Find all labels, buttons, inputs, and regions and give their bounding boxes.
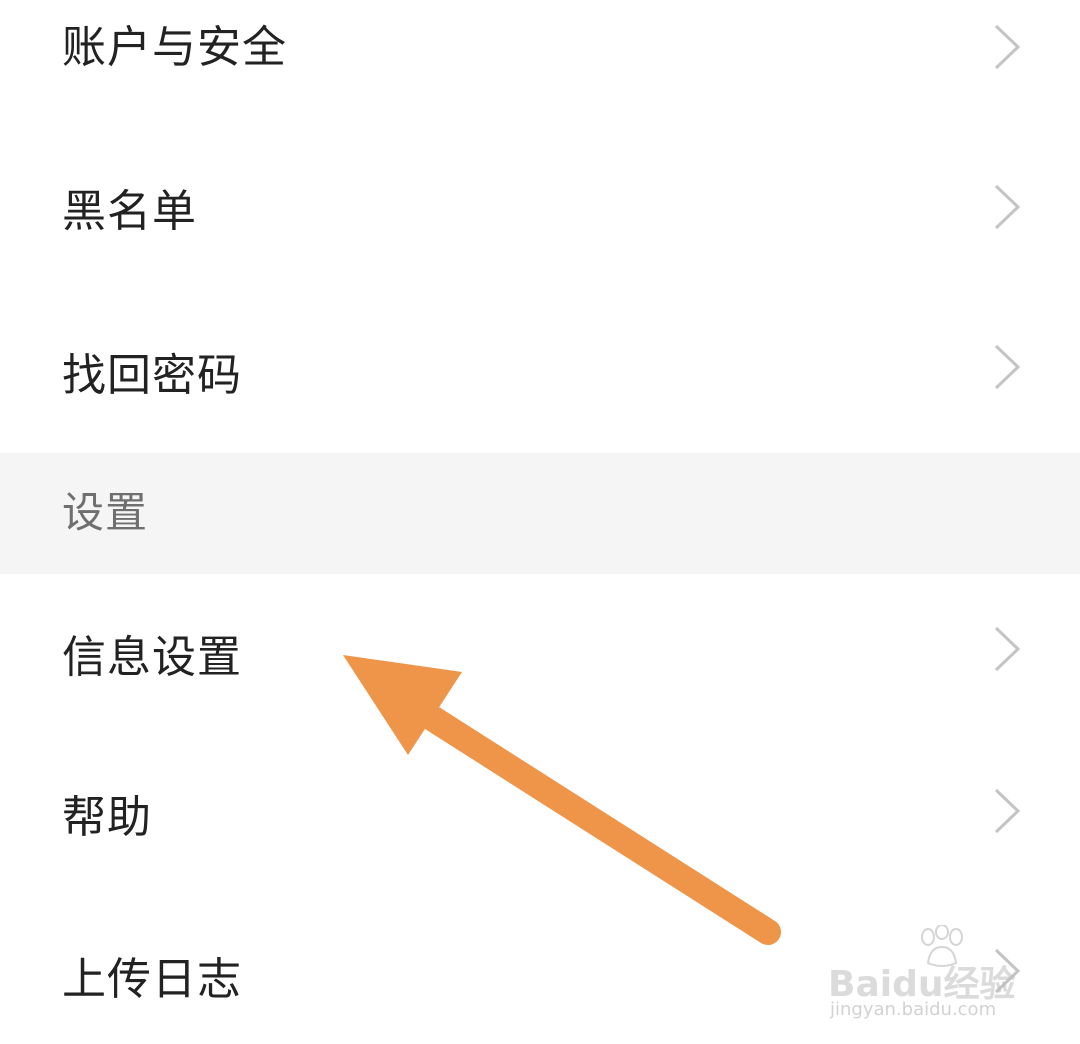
chevron-right-icon [994, 788, 1021, 834]
section-header-settings: 设置 [0, 453, 1080, 574]
chevron-right-icon [994, 344, 1021, 390]
chevron-right-icon [994, 184, 1021, 230]
menu-item-help[interactable]: 帮助 [0, 734, 1080, 894]
menu-item-label: 上传日志 [62, 954, 242, 1005]
menu-item-upload-logs[interactable]: 上传日志 [0, 894, 1080, 1044]
menu-item-account-security[interactable]: 账户与安全 [0, 0, 1080, 125]
settings-screen: 账户与安全 黑名单 找回密码 设置 信息设置 帮助 上传日志 Baidu经验 j… [0, 0, 1080, 1044]
chevron-right-icon [994, 948, 1021, 994]
menu-item-recover-password[interactable]: 找回密码 [0, 290, 1080, 453]
menu-item-message-settings[interactable]: 信息设置 [0, 574, 1080, 734]
menu-item-label: 帮助 [62, 792, 152, 843]
menu-item-label: 账户与安全 [62, 22, 287, 73]
menu-item-label: 找回密码 [62, 350, 242, 401]
menu-item-label: 信息设置 [62, 632, 242, 683]
chevron-right-icon [994, 24, 1021, 70]
menu-item-blacklist[interactable]: 黑名单 [0, 130, 1080, 290]
section-header-label: 设置 [62, 488, 149, 537]
menu-item-label: 黑名单 [62, 186, 197, 237]
chevron-right-icon [994, 626, 1021, 672]
